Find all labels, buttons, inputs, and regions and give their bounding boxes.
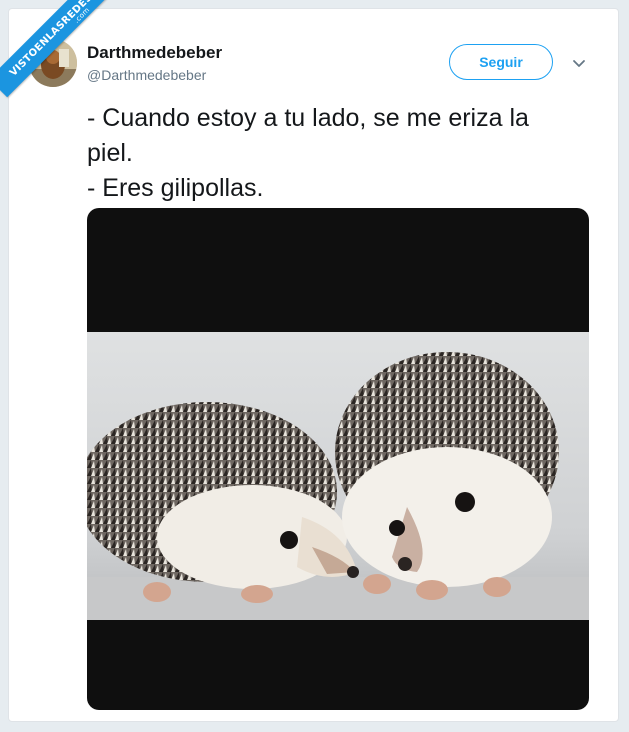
display-name[interactable]: Darthmedebeber (87, 43, 222, 63)
follow-button[interactable]: Seguir (449, 44, 553, 80)
hedgehogs-photo (87, 332, 589, 620)
tweet-text: - Cuando estoy a tu lado, se me eriza la… (87, 101, 597, 206)
tweet-media[interactable] (87, 208, 589, 710)
tweet-text-line: - Cuando estoy a tu lado, se me eriza la (87, 104, 529, 132)
tweet-text-line: piel. (87, 139, 133, 167)
chevron-down-icon[interactable] (571, 55, 587, 71)
tweet-text-line: - Eres gilipollas. (87, 174, 264, 202)
user-handle[interactable]: @Darthmedebeber (87, 67, 206, 83)
tweet-card: Darthmedebeber @Darthmedebeber Seguir - … (8, 8, 619, 722)
